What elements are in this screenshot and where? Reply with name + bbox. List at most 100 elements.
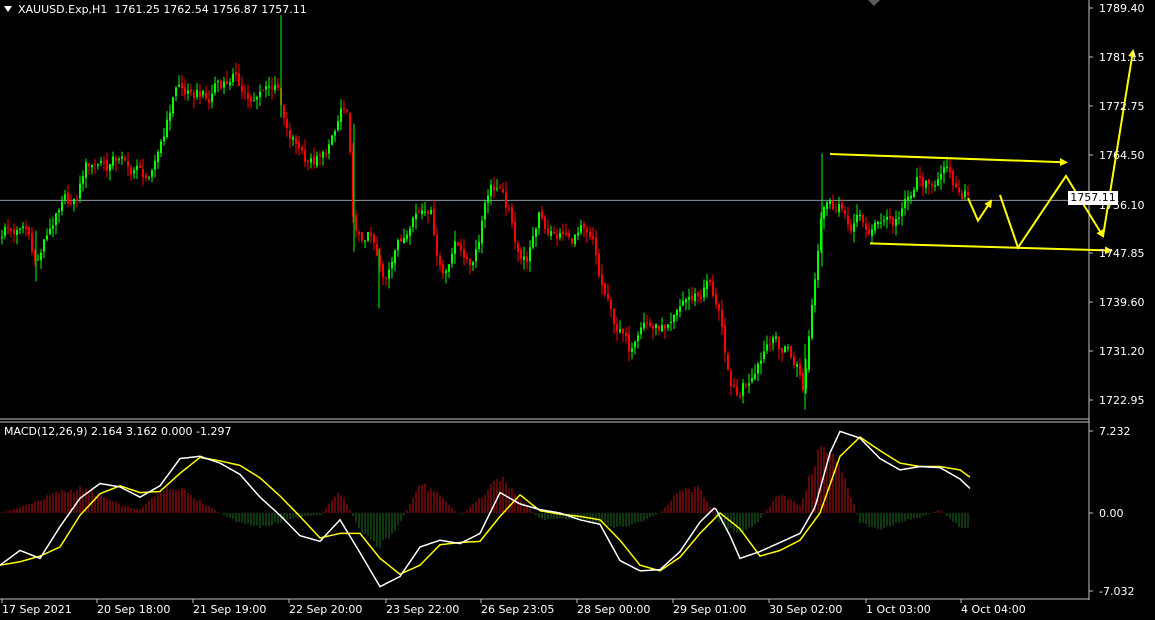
- candle-body: [190, 89, 192, 92]
- candle-body: [136, 165, 138, 171]
- candle-body: [553, 231, 555, 234]
- candle-body: [358, 232, 360, 235]
- candle-body: [196, 89, 198, 98]
- candle-body: [412, 217, 414, 228]
- candle-body: [943, 167, 945, 174]
- candle-body: [271, 87, 273, 89]
- candle-body: [76, 199, 78, 201]
- candle-body: [253, 100, 255, 102]
- candle-body: [892, 217, 894, 226]
- candle-body: [763, 351, 765, 360]
- chart-shift-marker-icon[interactable]: [868, 0, 880, 6]
- candle-body: [775, 336, 777, 339]
- candle-body: [25, 226, 27, 229]
- candle-body: [742, 383, 744, 396]
- candle-body: [625, 333, 627, 337]
- candle-body: [166, 119, 168, 137]
- candle-body: [574, 234, 576, 245]
- candle-body: [754, 374, 756, 380]
- candle-body: [838, 203, 840, 213]
- candle-body: [7, 228, 9, 230]
- candle-body: [616, 324, 618, 332]
- candle-body: [370, 233, 372, 236]
- candle-body: [289, 129, 291, 139]
- candle-body: [586, 228, 588, 233]
- candle-body: [151, 170, 153, 177]
- candle-body: [619, 329, 621, 332]
- candle-body: [433, 208, 435, 236]
- chart-header[interactable]: XAUUSD.Exp,H1 1761.25 1762.54 1756.87 17…: [4, 3, 307, 16]
- candle-body: [916, 177, 918, 190]
- candle-body: [862, 215, 864, 223]
- candle-body: [103, 161, 105, 163]
- candle-body: [163, 136, 165, 141]
- candle-body: [934, 185, 936, 187]
- candle-body: [211, 93, 213, 103]
- candle-body: [94, 164, 96, 166]
- candle-body: [601, 274, 603, 286]
- candle-body: [844, 210, 846, 215]
- candle-body: [1, 236, 3, 238]
- candle-body: [613, 308, 615, 325]
- candle-body: [952, 170, 954, 186]
- candle-body: [385, 277, 387, 279]
- symbol-timeframe: XAUUSD.Exp,H1: [18, 3, 108, 16]
- candle-body: [496, 188, 498, 190]
- candle-body: [127, 161, 129, 166]
- price-tick-label: 1739.60: [1099, 296, 1145, 309]
- candle-body: [307, 160, 309, 162]
- candle-body: [490, 185, 492, 197]
- candle-body: [712, 281, 714, 296]
- candle-body: [913, 189, 915, 197]
- dropdown-triangle-icon[interactable]: [4, 6, 12, 12]
- candle-body: [238, 73, 240, 86]
- candle-body: [745, 384, 747, 386]
- candle-body: [556, 234, 558, 239]
- candle-body: [610, 299, 612, 310]
- candle-body: [703, 287, 705, 298]
- price-tick-label: 1772.75: [1099, 100, 1145, 113]
- candle-body: [784, 346, 786, 353]
- time-tick-label: 30 Sep 02:00: [769, 603, 842, 616]
- candle-body: [478, 241, 480, 249]
- candle-body: [925, 180, 927, 188]
- candle-body: [583, 223, 585, 228]
- candle-body: [466, 256, 468, 260]
- candle-body: [577, 232, 579, 236]
- candle-body: [463, 249, 465, 258]
- candle-body: [73, 198, 75, 205]
- candle-body: [514, 221, 516, 242]
- candle-body: [808, 336, 810, 370]
- candle-body: [802, 373, 804, 390]
- candle-body: [778, 336, 780, 350]
- candle-body: [565, 233, 567, 235]
- macd-label: MACD(12,26,9): [4, 425, 88, 438]
- candle: [808, 330, 810, 373]
- candle-body: [301, 147, 303, 151]
- candle-body: [517, 243, 519, 252]
- candle-body: [19, 228, 21, 230]
- candle-body: [421, 210, 423, 214]
- chart-canvas[interactable]: 1789.40 1781.15 1772.75 1764.50 1747.85 1739.…: [0, 0, 1155, 620]
- candle-body: [382, 264, 384, 278]
- candle-body: [472, 262, 474, 266]
- candle-body: [70, 203, 72, 205]
- candle-body: [904, 198, 906, 209]
- candle-body: [400, 238, 402, 242]
- candle-body: [817, 250, 819, 281]
- candle-body: [448, 264, 450, 272]
- candle-body: [424, 211, 426, 213]
- candle-body: [37, 259, 39, 261]
- candle-body: [64, 194, 66, 200]
- candle-body: [652, 326, 654, 330]
- candle-body: [568, 233, 570, 237]
- candle-body: [52, 225, 54, 229]
- candle-body: [217, 81, 219, 83]
- candle-body: [241, 85, 243, 92]
- candle-body: [106, 159, 108, 171]
- candle-body: [955, 183, 957, 188]
- price-tick-label: 1781.15: [1099, 51, 1145, 64]
- candle-body: [592, 235, 594, 239]
- candle-body: [208, 99, 210, 103]
- candle-body: [634, 341, 636, 348]
